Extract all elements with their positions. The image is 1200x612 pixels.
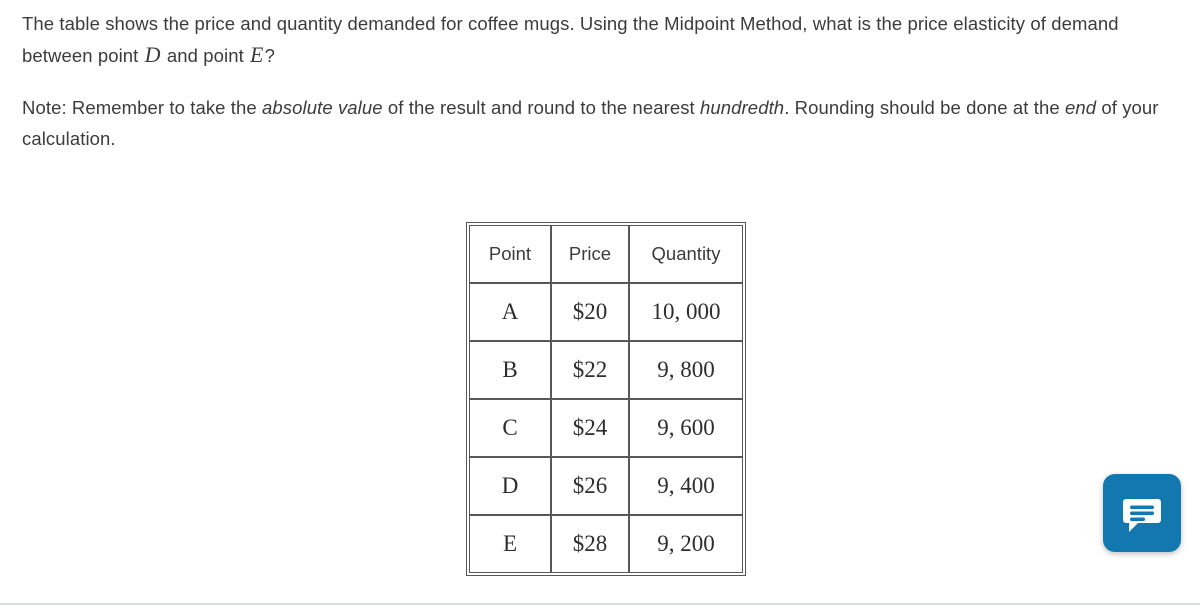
- cell-quantity: 9, 600: [629, 399, 743, 457]
- price-quantity-table: Point Price Quantity A $20 10, 000 B $22…: [466, 222, 746, 576]
- table-header-row: Point Price Quantity: [469, 225, 743, 283]
- bottom-divider: [0, 603, 1200, 605]
- table-row: C $24 9, 600: [469, 399, 743, 457]
- cell-price: $20: [551, 283, 629, 341]
- question-line-2-suffix: ?: [264, 45, 275, 66]
- table-header-point: Point: [469, 225, 551, 283]
- price-quantity-table-wrapper: Point Price Quantity A $20 10, 000 B $22…: [466, 222, 746, 576]
- note-italic-end: end: [1064, 97, 1097, 118]
- cell-price: $24: [551, 399, 629, 457]
- cell-quantity: 9, 200: [629, 515, 743, 573]
- cell-price: $26: [551, 457, 629, 515]
- question-statement: The table shows the price and quantity d…: [22, 8, 1182, 71]
- cell-quantity: 9, 400: [629, 457, 743, 515]
- cell-point: B: [469, 341, 551, 399]
- table-body: A $20 10, 000 B $22 9, 800 C $24 9, 600 …: [469, 283, 743, 573]
- table-header-quantity: Quantity: [629, 225, 743, 283]
- note-italic-hundredth: hundredth: [700, 97, 785, 118]
- note-statement: Note: Remember to take the absolute valu…: [22, 92, 1182, 154]
- math-variable-e: E: [250, 42, 264, 67]
- note-mid-2: . Rounding should be done at the: [784, 97, 1065, 118]
- cell-point: E: [469, 515, 551, 573]
- cell-price: $22: [551, 341, 629, 399]
- note-mid-1: of the result and round to the nearest: [382, 97, 701, 118]
- chat-bubble-icon: [1119, 490, 1165, 536]
- table-header-price: Price: [551, 225, 629, 283]
- cell-point: D: [469, 457, 551, 515]
- note-prefix: Note: Remember to take the: [22, 97, 263, 118]
- question-line-2-mid: and point: [161, 45, 250, 66]
- chat-widget-button[interactable]: [1103, 474, 1181, 552]
- note-italic-absolute-value: absolute value: [262, 97, 383, 118]
- table-row: E $28 9, 200: [469, 515, 743, 573]
- cell-quantity: 10, 000: [629, 283, 743, 341]
- math-variable-d: D: [144, 42, 161, 67]
- question-line-1: The table shows the price and quantity d…: [22, 13, 949, 34]
- table-row: D $26 9, 400: [469, 457, 743, 515]
- table-row: A $20 10, 000: [469, 283, 743, 341]
- cell-price: $28: [551, 515, 629, 573]
- cell-point: A: [469, 283, 551, 341]
- question-area: The table shows the price and quantity d…: [22, 8, 1182, 154]
- cell-point: C: [469, 399, 551, 457]
- table-row: B $22 9, 800: [469, 341, 743, 399]
- cell-quantity: 9, 800: [629, 341, 743, 399]
